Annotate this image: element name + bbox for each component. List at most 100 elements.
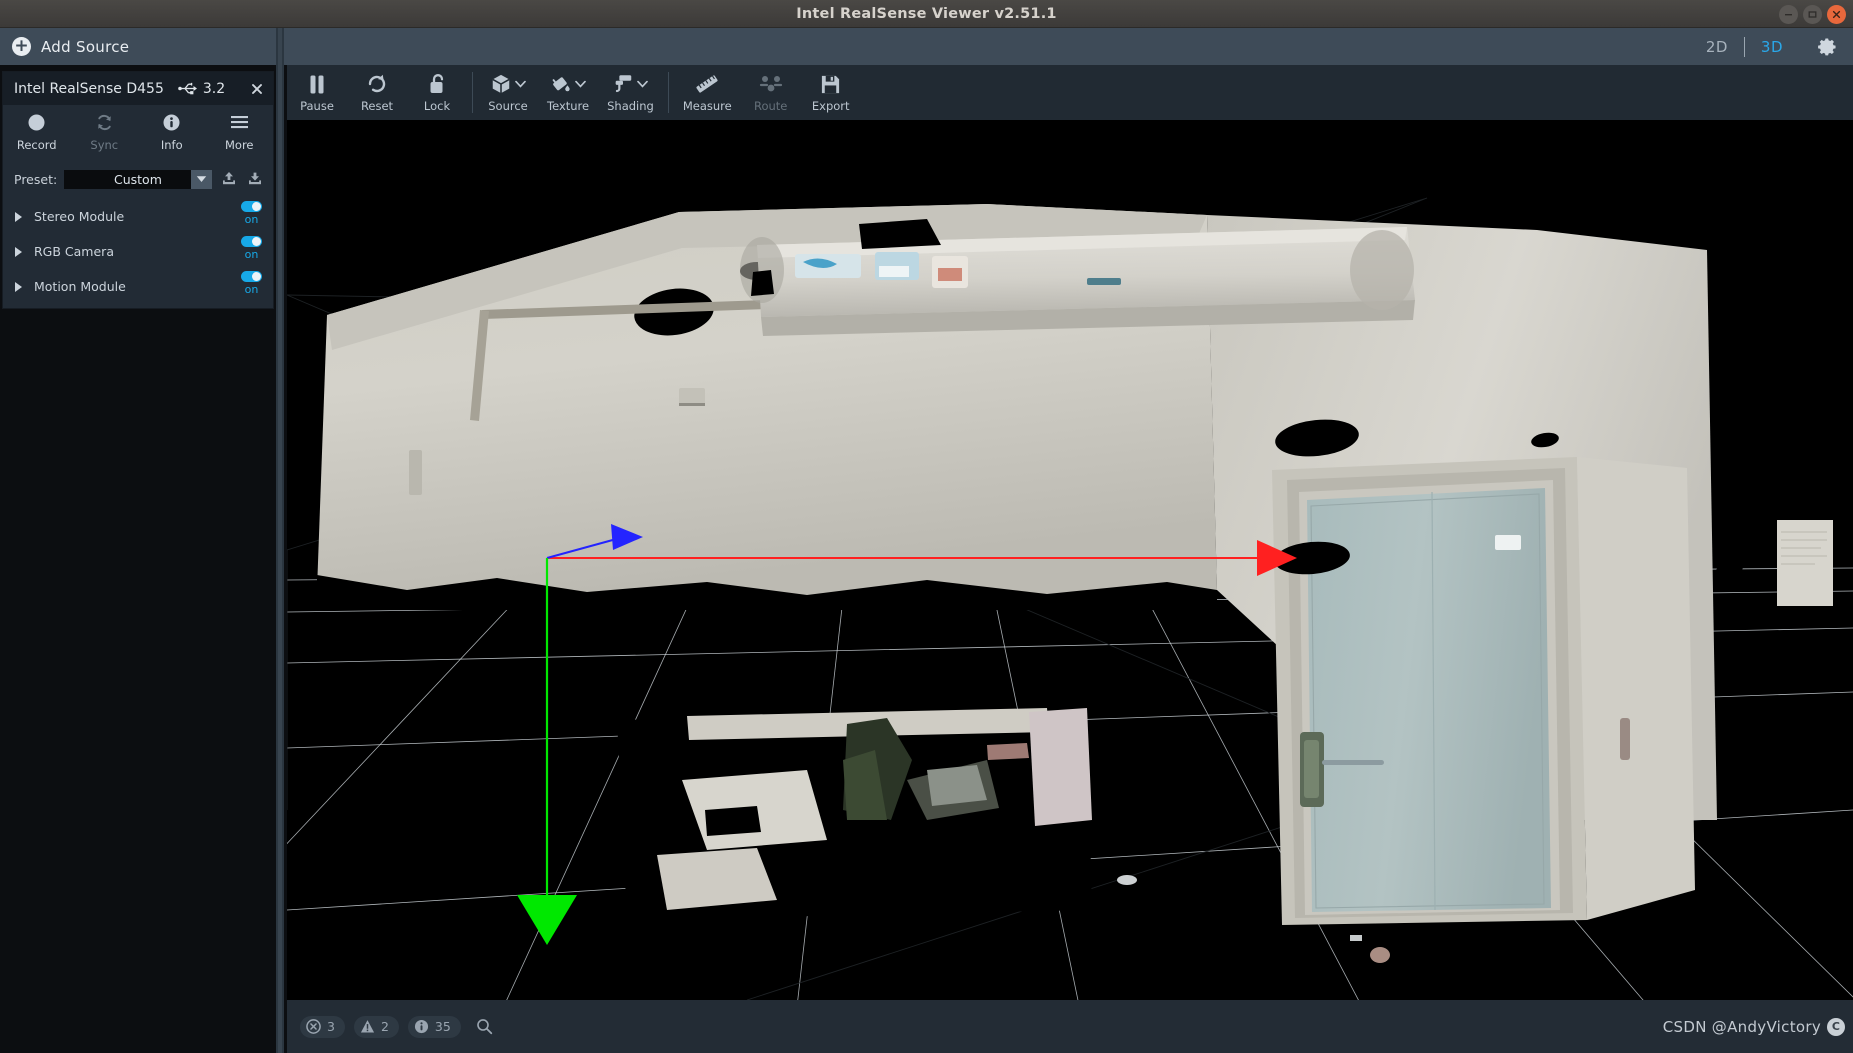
sync-icon [95,112,114,132]
toggle-knob [252,237,261,246]
toolbar-label: Shading [607,99,654,113]
upload-icon [222,172,235,185]
tab-2d[interactable]: 2D [1690,38,1744,56]
toolbar-label: Pause [300,99,334,113]
module-row-stereo[interactable]: Stereo Module on [3,199,273,234]
info-icon [162,112,181,132]
door-handle-lever [1322,760,1384,765]
device-more-button[interactable]: More [206,112,274,163]
settings-button[interactable] [1817,36,1839,58]
close-window-button[interactable] [1827,4,1846,24]
device-record-label: Record [16,138,57,152]
toolbar-shading-button[interactable]: Shading [598,65,663,120]
module-toggle-label: on [244,283,259,296]
download-icon [249,172,262,185]
device-close-button[interactable] [249,81,265,97]
maximize-button[interactable] [1803,4,1822,24]
info-count-chip[interactable]: 35 [407,1015,461,1038]
chevron-down-icon [575,80,586,88]
watermark-badge-icon: C [1827,1017,1845,1036]
toolbar-texture-button[interactable]: Texture [538,65,598,120]
toolbar-label: Lock [423,99,451,113]
status-search-button[interactable] [476,1018,493,1035]
module-row-rgb[interactable]: RGB Camera on [3,234,273,269]
device-info-label: Info [160,138,183,152]
toolbar-separator [667,72,669,113]
plus-circle-icon: + [12,37,31,56]
module-label: Stereo Module [34,209,125,224]
toolbar-label: Measure [682,99,732,113]
tab-3d[interactable]: 3D [1745,38,1799,56]
add-source-label: Add Source [41,37,130,56]
module-toggle-rgb[interactable] [241,236,262,247]
toolbar-pause-button[interactable]: Pause [287,65,347,120]
title-bar: Intel RealSense Viewer v2.51.1 [0,0,1853,28]
module-label: RGB Camera [34,244,114,259]
cube-icon [490,72,526,96]
app-window: Intel RealSense Viewer v2.51.1 + Add Sou… [0,0,1853,1053]
error-count-chip[interactable]: 3 [300,1015,345,1038]
module-toggle-wrap: on [241,271,262,296]
toolbar-source-button[interactable]: Source [478,65,538,120]
gear-icon [1818,38,1836,55]
view-top-bar: 2D 3D [287,28,1853,65]
pointcloud-canvas [287,120,1853,1000]
minimize-button[interactable] [1779,4,1798,24]
error-count-value: 3 [327,1019,335,1034]
search-icon [476,1019,493,1035]
toolbar-route-button[interactable]: Route [741,65,801,120]
add-source-button[interactable]: + Add Source [0,28,287,65]
device-action-bar: Record Sync Info More [3,105,273,163]
status-bar: 3 2 35 CSDN @AndyVictory C [287,1000,1853,1053]
device-info-button[interactable]: Info [138,112,206,163]
panel-splitter[interactable] [276,28,284,1053]
reset-icon [366,72,388,96]
toolbar-label: Reset [360,99,394,113]
chevron-down-icon [637,80,649,88]
viewer-toolbar: Pause Reset Lock Source Texture Shading … [287,65,1853,120]
error-icon [306,1019,321,1034]
chevron-down-icon [190,169,212,189]
module-toggle-stereo[interactable] [241,201,262,212]
preset-upload-button[interactable] [219,169,239,189]
device-more-label: More [224,138,254,152]
pause-icon [307,72,327,96]
warning-icon [360,1020,375,1033]
toolbar-label: Route [754,99,788,113]
module-toggle-motion[interactable] [241,271,262,282]
device-sync-button[interactable]: Sync [71,112,139,163]
toggle-knob [252,272,261,281]
close-icon [1832,10,1841,18]
pointcloud-viewport[interactable] [287,120,1853,1000]
device-card: Intel RealSense D455 3.2 Record Sync Inf… [2,71,274,309]
wall-outlet [679,388,705,405]
window-title: Intel RealSense Viewer v2.51.1 [796,5,1057,22]
preset-select[interactable]: Custom [64,169,212,189]
view-mode-toggle: 2D 3D [1690,36,1799,57]
toolbar-reset-button[interactable]: Reset [347,65,407,120]
toolbar-separator [472,72,473,113]
module-label: Motion Module [34,279,126,294]
toolbar-measure-button[interactable]: Measure [674,65,741,120]
module-row-motion[interactable]: Motion Module on [3,269,273,304]
route-icon [759,72,783,96]
module-toggle-label: on [244,213,259,226]
preset-download-button[interactable] [245,169,265,189]
info-icon [414,1019,428,1034]
splitter-handle [278,28,282,1053]
toolbar-lock-button[interactable]: Lock [407,65,467,120]
device-name: Intel RealSense D455 [14,80,164,97]
toolbar-label: Texture [547,99,590,113]
toolbar-export-button[interactable]: Export [801,65,861,120]
module-toggle-label: on [244,248,259,261]
module-toggle-wrap: on [241,201,262,226]
device-record-button[interactable]: Record [3,112,71,163]
warning-count-value: 2 [380,1019,389,1034]
warning-count-chip[interactable]: 2 [353,1015,399,1038]
device-header: Intel RealSense D455 3.2 [3,72,273,105]
chevron-right-icon [15,246,22,257]
toolbar-label: Export [811,99,850,113]
watermark-text: CSDN @AndyVictory [1662,1017,1821,1036]
usb-info: 3.2 [178,81,225,97]
chevron-right-icon [15,281,22,292]
